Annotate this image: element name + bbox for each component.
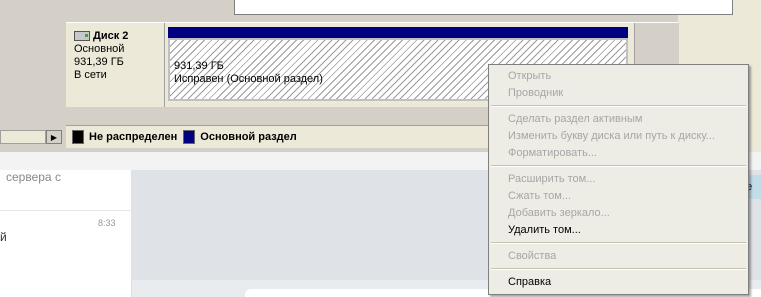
menu-separator [491, 268, 746, 270]
menu-item-help[interactable]: Справка [489, 274, 748, 291]
chat-letter: й [0, 230, 7, 244]
partition-status: Исправен (Основной раздел) [174, 73, 323, 85]
menu-item-shrink-volume[interactable]: Сжать том... [489, 188, 748, 205]
disk-name: Диск 2 [93, 30, 129, 42]
unallocated-swatch [72, 130, 84, 144]
menu-item-delete-volume[interactable]: Удалить том... [489, 222, 748, 239]
disk-type: Основной [74, 43, 125, 55]
menu-item-extend-volume[interactable]: Расширить том... [489, 171, 748, 188]
list-divider [0, 210, 131, 211]
background-chat-list[interactable]: сервера с 8:33 й [0, 170, 132, 297]
scroll-right-arrow[interactable]: ▶ [46, 130, 62, 144]
menu-separator [491, 105, 746, 107]
menu-separator [491, 165, 746, 167]
menu-item-format[interactable]: Форматировать... [489, 145, 748, 162]
legend-unallocated: Не распределен [89, 131, 178, 143]
disk-label-panel[interactable]: Диск 2 Основной 931,39 ГБ В сети [66, 23, 165, 107]
menu-item-mark-active[interactable]: Сделать раздел активным [489, 111, 748, 128]
primary-partition-bar [168, 27, 628, 38]
arrow-right-icon: ▶ [50, 132, 58, 142]
chat-preview-text: сервера с [6, 170, 61, 184]
primary-swatch [183, 130, 196, 144]
upper-disk-row [66, 0, 733, 23]
context-menu: Открыть Проводник Сделать раздел активны… [488, 64, 749, 295]
partition-size: 931,39 ГБ [174, 60, 224, 72]
menu-item-explorer[interactable]: Проводник [489, 85, 748, 102]
disk-size: 931,39 ГБ [74, 56, 124, 68]
menu-item-properties[interactable]: Свойства [489, 248, 748, 265]
chat-time: 8:33 [98, 218, 116, 228]
menu-separator [491, 242, 746, 244]
disk-state: В сети [74, 69, 107, 81]
upper-partition-block[interactable] [234, 0, 733, 15]
disk-drive-icon [74, 31, 90, 41]
menu-item-open[interactable]: Открыть [489, 68, 748, 85]
legend-primary: Основной раздел [200, 131, 297, 143]
horizontal-scrollbar[interactable]: ▶ [0, 128, 66, 144]
menu-item-change-drive-letter[interactable]: Изменить букву диска или путь к диску... [489, 128, 748, 145]
scrollbar-track[interactable] [0, 130, 46, 144]
menu-item-add-mirror[interactable]: Добавить зеркало... [489, 205, 748, 222]
